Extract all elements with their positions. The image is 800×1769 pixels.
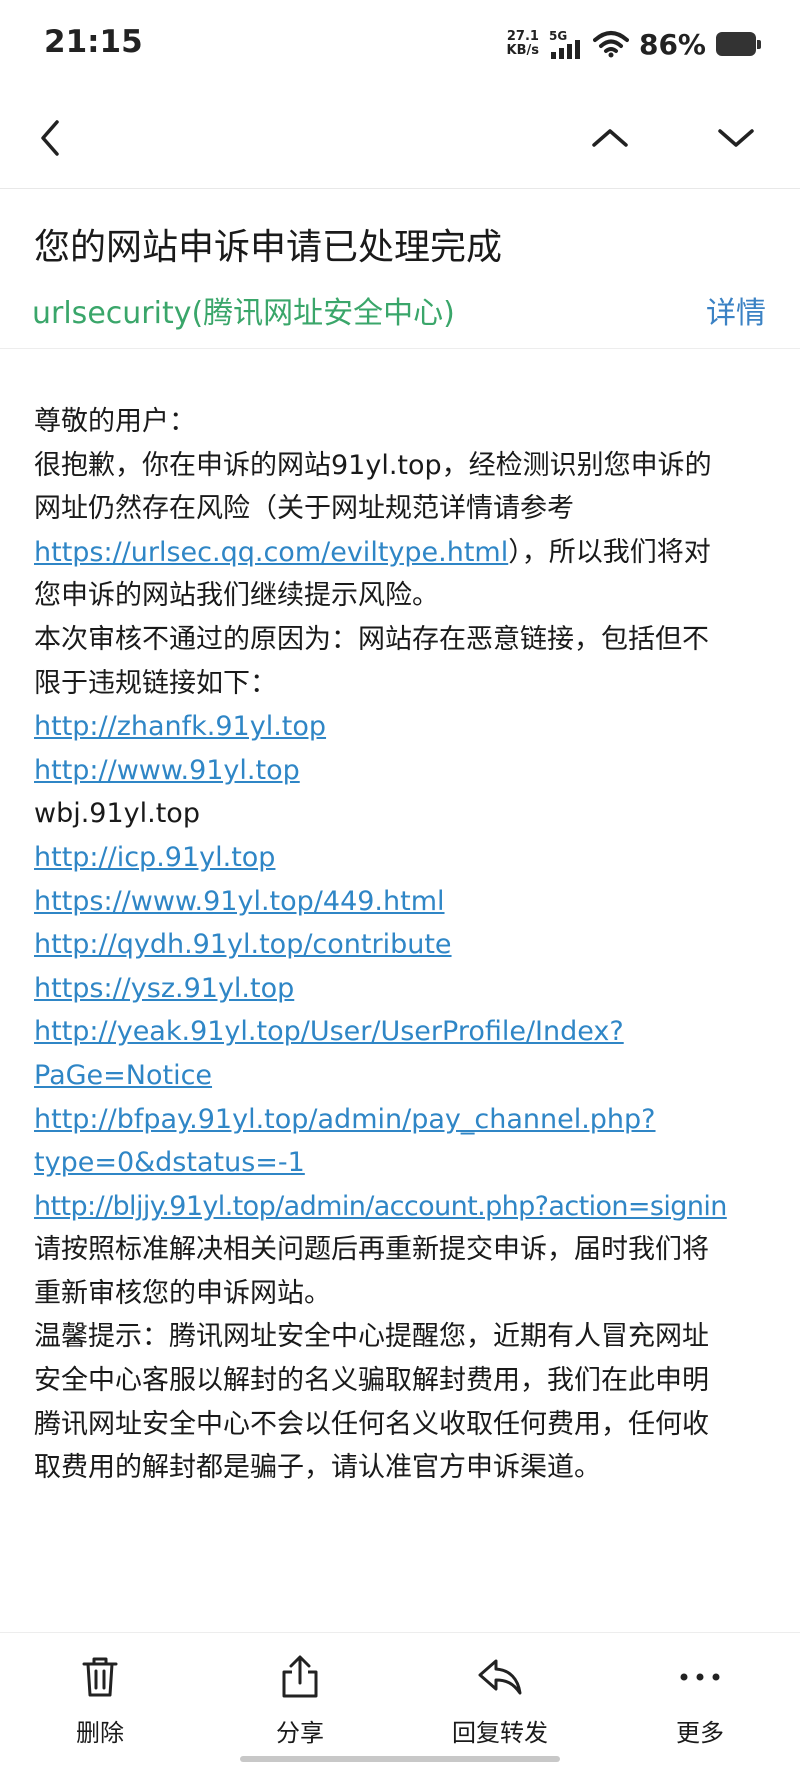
violation-link[interactable]: https://ysz.91yl.top (34, 973, 294, 1004)
greeting: 尊敬的用户： (34, 406, 196, 437)
url-line: http://www.91yl.top (34, 749, 772, 793)
share-icon (282, 1655, 318, 1698)
details-link[interactable]: 详情 (706, 288, 766, 332)
share-label: 分享 (276, 1719, 324, 1747)
violation-link[interactable]: http://bljjy.91yl.top/admin/account.php?… (34, 1191, 727, 1222)
bottom-toolbar: 删除 分享 回复转发 更多 (0, 1632, 800, 1769)
nav-bar (0, 88, 800, 189)
url-line: PaGe=Notice (34, 1054, 772, 1098)
violation-link[interactable]: http://qydh.91yl.top/contribute (34, 929, 452, 960)
violation-link[interactable]: http://icp.91yl.top (34, 842, 275, 873)
url-line: https://www.91yl.top/449.html (34, 880, 772, 924)
mail-sender[interactable]: urlsecurity(腾讯网址安全中心) (32, 288, 455, 332)
url-line: http://zhanfk.91yl.top (34, 705, 772, 749)
url-line: http://qydh.91yl.top/contribute (34, 923, 772, 967)
body-text: 重新审核您的申诉网站。 (34, 1277, 331, 1309)
tip-text: 安全中心客服以解封的名义骗取解封费用，我们在此申明 (34, 1365, 709, 1397)
url-line: http://bljjy.91yl.top/admin/account.php?… (34, 1185, 772, 1229)
home-indicator[interactable] (240, 1756, 560, 1762)
network-speed-value: 27.1 (506, 29, 539, 44)
plain-domain: wbj.91yl.top (34, 798, 200, 830)
reply-icon (478, 1659, 522, 1695)
battery-icon (716, 32, 761, 56)
violation-link[interactable]: http://www.91yl.top (34, 755, 300, 786)
share-button[interactable]: 分享 (240, 1653, 360, 1748)
body-text: ），所以我们将对 (508, 536, 711, 568)
delete-label: 删除 (76, 1719, 124, 1747)
violation-link[interactable]: http://bfpay.91yl.top/admin/pay_channel.… (34, 1104, 656, 1135)
tip-text: 腾讯网址安全中心不会以任何名义收取任何费用，任何收 (34, 1408, 709, 1440)
next-mail-button[interactable] (706, 108, 766, 168)
battery-percent: 86% (638, 27, 706, 61)
body-text: https://urlsec.qq.com/eviltype.html），所以我… (34, 531, 772, 575)
status-bar: 21:15 27.1 KB/s 5G 86% (0, 0, 800, 88)
violation-link[interactable]: PaGe=Notice (34, 1060, 212, 1091)
header-divider (0, 348, 800, 349)
violation-link[interactable]: http://zhanfk.91yl.top (34, 711, 326, 742)
back-button[interactable] (20, 108, 80, 168)
delete-button[interactable]: 删除 (40, 1653, 160, 1748)
url-line: http://icp.91yl.top (34, 836, 772, 880)
network-speed-unit: KB/s (506, 43, 539, 58)
body-text: 请按照标准解决相关问题后再重新提交申诉，届时我们将 (34, 1234, 709, 1266)
url-line: type=0&dstatus=-1 (34, 1141, 772, 1185)
network-speed: 27.1 KB/s (507, 30, 539, 58)
body-text: 您申诉的网站我们继续提示风险。 (34, 580, 439, 612)
more-label: 更多 (676, 1719, 724, 1747)
body-text: 网址仍然存在风险（关于网址规范详情请参考 (34, 493, 574, 525)
reply-forward-label: 回复转发 (452, 1719, 548, 1747)
violation-link[interactable]: https://www.91yl.top/449.html (34, 886, 445, 917)
url-line: https://ysz.91yl.top (34, 967, 772, 1011)
status-time: 21:15 (44, 24, 143, 60)
url-line: http://bfpay.91yl.top/admin/pay_channel.… (34, 1098, 772, 1142)
body-text: 很抱歉，你在申诉的网站91yl.top，经检测识别您申诉的 (34, 449, 712, 481)
chevron-left-icon (41, 120, 59, 156)
tip-text: 取费用的解封都是骗子，请认准官方申诉渠道。 (34, 1452, 601, 1484)
violation-link[interactable]: type=0&dstatus=-1 (34, 1147, 305, 1178)
wifi-icon (592, 31, 629, 58)
more-button[interactable]: 更多 (640, 1653, 760, 1748)
chevron-up-icon (592, 129, 628, 147)
previous-mail-button[interactable] (580, 108, 640, 168)
eviltype-link[interactable]: https://urlsec.qq.com/eviltype.html (34, 537, 508, 568)
body-text: 限于违规链接如下： (34, 667, 277, 699)
url-line: http://yeak.91yl.top/User/UserProfile/In… (34, 1010, 772, 1054)
mail-body: 尊敬的用户： 很抱歉，你在申诉的网站91yl.top，经检测识别您申诉的 网址仍… (34, 400, 772, 1490)
violation-link[interactable]: http://yeak.91yl.top/User/UserProfile/In… (34, 1016, 624, 1047)
trash-icon (82, 1657, 118, 1697)
mail-subject: 您的网站申诉申请已处理完成 (34, 227, 503, 268)
cellular-signal-icon: 5G (549, 29, 583, 59)
body-text: 本次审核不通过的原因为：网站存在恶意链接，包括但不 (34, 623, 709, 655)
status-indicators: 27.1 KB/s 5G 86% (507, 22, 761, 66)
tip-text: 温馨提示：腾讯网址安全中心提醒您，近期有人冒充网址 (34, 1321, 709, 1353)
reply-forward-button[interactable]: 回复转发 (440, 1653, 560, 1748)
more-dots-icon (680, 1673, 720, 1681)
chevron-down-icon (718, 129, 754, 147)
